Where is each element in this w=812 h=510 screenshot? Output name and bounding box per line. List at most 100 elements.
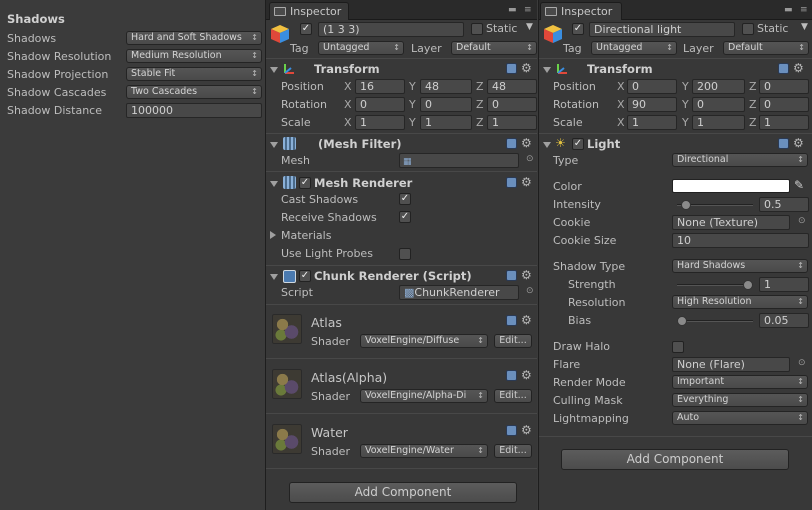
shadow-cascades-dropdown[interactable]: Two Cascades <box>126 85 262 99</box>
transform-fold-icon[interactable] <box>543 67 551 73</box>
transform-gear-icon[interactable]: ⚙ <box>521 62 532 74</box>
material-atlas-edit-button[interactable]: Edit... <box>494 334 532 348</box>
flare-picker-icon[interactable]: ⊙ <box>798 358 806 368</box>
tab-inspector[interactable]: Inspector <box>269 2 349 20</box>
materials-label[interactable]: Materials <box>281 229 331 242</box>
transform-help-icon[interactable] <box>778 63 789 74</box>
eyedropper-icon[interactable]: ✎ <box>794 178 804 192</box>
shadow-distance-field[interactable]: 100000 <box>126 103 262 118</box>
position-y-field[interactable]: 200 <box>692 79 745 94</box>
scale-z-field[interactable]: 1 <box>759 115 809 130</box>
gameobject-active-checkbox[interactable]: ✓ <box>572 23 584 35</box>
gameobject-name-field[interactable]: (1 3 3) <box>318 22 464 37</box>
mesh-renderer-fold-icon[interactable] <box>270 181 278 187</box>
mesh-object-field[interactable]: ▦ <box>399 153 519 168</box>
use-light-probes-checkbox[interactable] <box>399 248 411 260</box>
color-swatch[interactable] <box>672 179 790 193</box>
rotation-x-field[interactable]: 0 <box>355 97 405 112</box>
scale-x-field[interactable]: 1 <box>355 115 405 130</box>
cast-shadows-checkbox[interactable]: ✓ <box>399 193 411 205</box>
bias-slider[interactable] <box>677 316 753 326</box>
material-atlas-alpha-shader-dropdown[interactable]: VoxelEngine/Alpha-Di <box>360 389 488 403</box>
intensity-field[interactable]: 0.5 <box>759 197 809 212</box>
scale-x-field[interactable]: 1 <box>627 115 677 130</box>
material-atlas-help-icon[interactable] <box>506 315 517 326</box>
static-dropdown-arrow-icon[interactable]: ▼ <box>526 22 533 32</box>
intensity-slider-knob[interactable] <box>681 200 692 210</box>
rotation-y-field[interactable]: 0 <box>420 97 472 112</box>
flare-object-field[interactable]: None (Flare) <box>672 357 790 372</box>
material-atlas-shader-dropdown[interactable]: VoxelEngine/Diffuse <box>360 334 488 348</box>
shadows-dropdown[interactable]: Hard and Soft Shadows <box>126 31 262 45</box>
transform-fold-icon[interactable] <box>270 67 278 73</box>
material-water-shader-dropdown[interactable]: VoxelEngine/Water <box>360 444 488 458</box>
mesh-renderer-gear-icon[interactable]: ⚙ <box>521 176 532 188</box>
lock-icon[interactable]: ▬ <box>784 5 793 15</box>
scale-z-field[interactable]: 1 <box>487 115 537 130</box>
render-mode-dropdown[interactable]: Important <box>672 375 808 389</box>
mesh-filter-gear-icon[interactable]: ⚙ <box>521 137 532 149</box>
mesh-renderer-enabled-checkbox[interactable]: ✓ <box>299 177 311 189</box>
draw-halo-checkbox[interactable] <box>672 341 684 353</box>
light-enabled-checkbox[interactable]: ✓ <box>572 138 584 150</box>
scale-y-field[interactable]: 1 <box>420 115 472 130</box>
material-atlas-alpha-help-icon[interactable] <box>506 370 517 381</box>
lock-icon[interactable]: ▬ <box>508 5 517 15</box>
materials-fold-icon[interactable] <box>270 231 276 239</box>
position-x-field[interactable]: 0 <box>627 79 677 94</box>
gameobject-name-field[interactable]: Directional light <box>589 22 735 37</box>
strength-slider-knob[interactable] <box>743 280 753 290</box>
chunk-renderer-help-icon[interactable] <box>506 270 517 281</box>
transform-gear-icon[interactable]: ⚙ <box>793 62 804 74</box>
static-checkbox[interactable] <box>742 23 754 35</box>
position-y-field[interactable]: 48 <box>420 79 472 94</box>
shadow-type-dropdown[interactable]: Hard Shadows <box>672 259 808 273</box>
layer-dropdown[interactable]: Default <box>451 41 537 55</box>
strength-field[interactable]: 1 <box>759 277 809 292</box>
position-x-field[interactable]: 16 <box>355 79 405 94</box>
culling-mask-dropdown[interactable]: Everything <box>672 393 808 407</box>
static-checkbox[interactable] <box>471 23 483 35</box>
material-atlas-alpha-edit-button[interactable]: Edit... <box>494 389 532 403</box>
material-water-help-icon[interactable] <box>506 425 517 436</box>
panel-menu-icon[interactable]: ≡ <box>800 5 808 15</box>
rotation-y-field[interactable]: 0 <box>692 97 745 112</box>
material-water-gear-icon[interactable]: ⚙ <box>521 424 532 436</box>
tab-inspector[interactable]: Inspector <box>540 2 622 20</box>
cookie-object-field[interactable]: None (Texture) <box>672 215 790 230</box>
mesh-filter-fold-icon[interactable] <box>270 142 278 148</box>
intensity-slider[interactable] <box>677 200 753 210</box>
light-fold-icon[interactable] <box>543 142 551 148</box>
receive-shadows-checkbox[interactable]: ✓ <box>399 211 411 223</box>
mesh-filter-help-icon[interactable] <box>506 138 517 149</box>
rotation-z-field[interactable]: 0 <box>759 97 809 112</box>
cookie-size-field[interactable]: 10 <box>672 233 809 248</box>
chunk-renderer-gear-icon[interactable]: ⚙ <box>521 269 532 281</box>
strength-slider[interactable] <box>677 280 753 290</box>
chunk-renderer-enabled-checkbox[interactable]: ✓ <box>299 270 311 282</box>
bias-field[interactable]: 0.05 <box>759 313 809 328</box>
shadow-projection-dropdown[interactable]: Stable Fit <box>126 67 262 81</box>
position-z-field[interactable]: 48 <box>487 79 537 94</box>
chunk-renderer-fold-icon[interactable] <box>270 274 278 280</box>
shadow-resolution-dropdown[interactable]: Medium Resolution <box>126 49 262 63</box>
scale-y-field[interactable]: 1 <box>692 115 745 130</box>
light-help-icon[interactable] <box>778 138 789 149</box>
static-dropdown-arrow-icon[interactable]: ▼ <box>801 22 808 32</box>
script-object-field[interactable]: ▩ChunkRenderer <box>399 285 519 300</box>
mesh-renderer-help-icon[interactable] <box>506 177 517 188</box>
position-z-field[interactable]: 0 <box>759 79 809 94</box>
add-component-button[interactable]: Add Component <box>289 482 517 503</box>
add-component-button[interactable]: Add Component <box>561 449 789 470</box>
lightmapping-dropdown[interactable]: Auto <box>672 411 808 425</box>
panel-menu-icon[interactable]: ≡ <box>524 5 532 15</box>
resolution-dropdown[interactable]: High Resolution <box>672 295 808 309</box>
cookie-picker-icon[interactable]: ⊙ <box>798 216 806 226</box>
type-dropdown[interactable]: Directional <box>672 153 808 167</box>
light-gear-icon[interactable]: ⚙ <box>793 137 804 149</box>
bias-slider-knob[interactable] <box>677 316 687 326</box>
gameobject-active-checkbox[interactable]: ✓ <box>300 23 312 35</box>
transform-help-icon[interactable] <box>506 63 517 74</box>
tag-dropdown[interactable]: Untagged <box>591 41 677 55</box>
material-water-edit-button[interactable]: Edit... <box>494 444 532 458</box>
